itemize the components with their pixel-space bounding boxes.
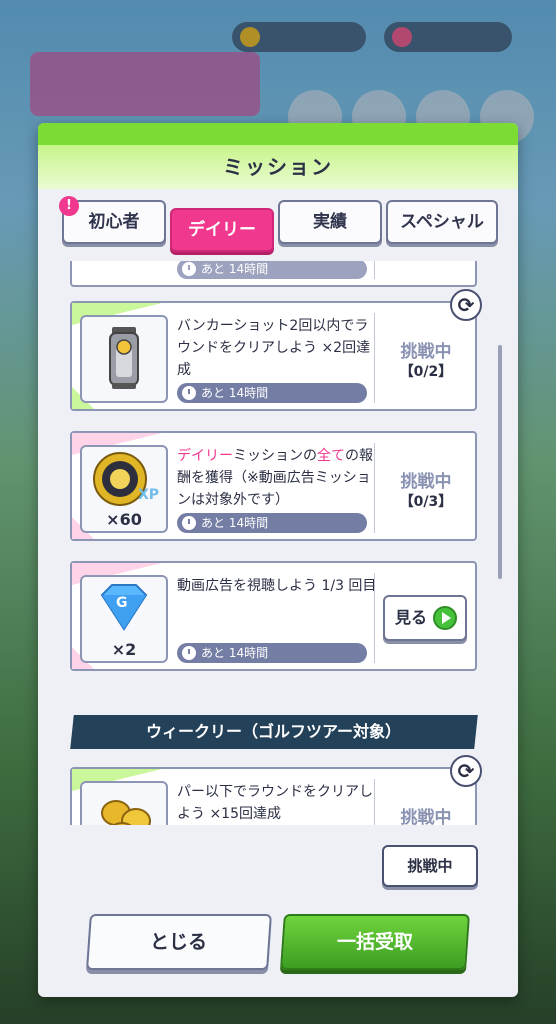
time-remaining: あと 14時間 (177, 261, 367, 279)
clock-icon (182, 516, 196, 530)
time-remaining: あと 14時間 (177, 513, 367, 533)
clock-icon (182, 386, 196, 400)
mission-card: バンカーショット2回以内でラウンドをクリアしよう ×2回達成 あと 14時間 挑… (70, 289, 482, 411)
weekly-header-label: ウィークリー（ゴルフツアー対象） (146, 722, 402, 741)
tab-achievements[interactable]: 実績 (278, 200, 382, 244)
xp-medal-icon: XP (93, 452, 159, 506)
reward-quantity: ×2 (111, 640, 137, 659)
tab-beginner[interactable]: 初心者 ! (59, 196, 166, 244)
time-label: あと 14時間 (201, 386, 269, 400)
mission-progress: 【0/3】 (399, 494, 453, 510)
mission-status: 挑戦中 (400, 472, 452, 492)
divider (374, 313, 375, 403)
time-label: あと 14時間 (201, 646, 269, 660)
refresh-icon[interactable]: ⟳ (450, 289, 482, 321)
highlight-text: デイリー (177, 448, 233, 464)
reward-box (80, 781, 168, 825)
svg-text:XP: XP (138, 487, 159, 503)
watch-ad-button[interactable]: 見る (383, 595, 467, 641)
scrollbar[interactable] (498, 345, 502, 579)
mission-card-partial: あと 14時間 (70, 261, 477, 287)
time-remaining: あと 14時間 (177, 643, 367, 663)
reward-box: XP ×60 (80, 445, 168, 533)
notification-badge: ! (59, 196, 79, 216)
gem-icon: G (100, 584, 148, 631)
clock-icon (182, 262, 196, 276)
mission-description: バンカーショット2回以内でラウンドをクリアしよう ×2回達成 (177, 318, 371, 378)
tab-special-label: スペシャル (400, 212, 484, 232)
mission-description: パー以下でラウンドをクリアしよう ×15回達成 (177, 784, 373, 822)
time-label: あと 14時間 (201, 262, 269, 276)
tab-daily-label: デイリー (188, 220, 256, 240)
divider (374, 573, 375, 663)
tab-beginner-label: 初心者 (88, 212, 140, 232)
header-stripe (38, 123, 518, 145)
mission-description: 動画広告を視聴しよう 1/3 回目 (177, 578, 377, 594)
filter-label: 挑戦中 (407, 857, 453, 875)
close-label: とじる (150, 931, 208, 953)
tab-achievements-label: 実績 (313, 212, 347, 232)
refresh-icon[interactable]: ⟳ (450, 755, 482, 787)
reward-box (80, 315, 168, 403)
mission-list[interactable]: あと 14時間 バンカーショット2回以内でラウンドをクリアしよう ×2回達成 あ… (38, 261, 518, 825)
highlight-text: 全て (317, 448, 345, 464)
mission-description: デイリーミッションの全ての報酬を獲得（※動画広告ミッションは対象外です） (177, 445, 377, 511)
tab-bar: 初心者 ! デイリー 実績 スペシャル (59, 196, 498, 252)
panel-title: ミッション (223, 155, 333, 179)
time-label: あと 14時間 (201, 516, 269, 530)
watch-ad-label: 見る (395, 608, 428, 627)
mission-progress: 【0/2】 (399, 364, 453, 380)
gold-coins-icon (101, 800, 151, 825)
tab-daily[interactable]: デイリー (170, 208, 274, 252)
filter-in-progress-button[interactable]: 挑戦中 (382, 845, 478, 887)
tab-special[interactable]: スペシャル (386, 200, 498, 244)
claim-all-button[interactable]: 一括受取 (280, 914, 470, 970)
mission-status: 挑戦中 (400, 808, 452, 825)
golf-bag-icon (109, 327, 139, 389)
weekly-section-header: ウィークリー（ゴルフツアー対象） (70, 715, 478, 749)
weekly-mission-card: パー以下でラウンドをクリアしよう ×15回達成 挑戦中 ⟳ (70, 755, 482, 825)
clock-icon (182, 646, 196, 660)
mission-status: 挑戦中 (400, 342, 452, 362)
panel-header: ミッション (38, 123, 518, 189)
svg-text:G: G (116, 595, 128, 611)
reward-box: G ×2 (80, 575, 168, 663)
claim-all-label: 一括受取 (336, 931, 413, 953)
reward-quantity: ×60 (106, 510, 142, 529)
mission-card: G ×2 動画広告を視聴しよう 1/3 回目 あと 14時間 見る (70, 561, 477, 671)
close-button[interactable]: とじる (86, 914, 272, 970)
description-text: ミッションの (233, 448, 317, 464)
divider (374, 443, 375, 533)
divider (374, 261, 375, 279)
mission-panel: ミッション 初心者 ! デイリー 実績 スペシャル あと 14時間 バンカーショ… (38, 123, 518, 997)
divider (374, 779, 375, 825)
time-remaining: あと 14時間 (177, 383, 367, 403)
mission-card: XP ×60 デイリーミッションの全ての報酬を獲得（※動画広告ミッションは対象外… (70, 431, 477, 541)
play-icon (433, 606, 457, 630)
